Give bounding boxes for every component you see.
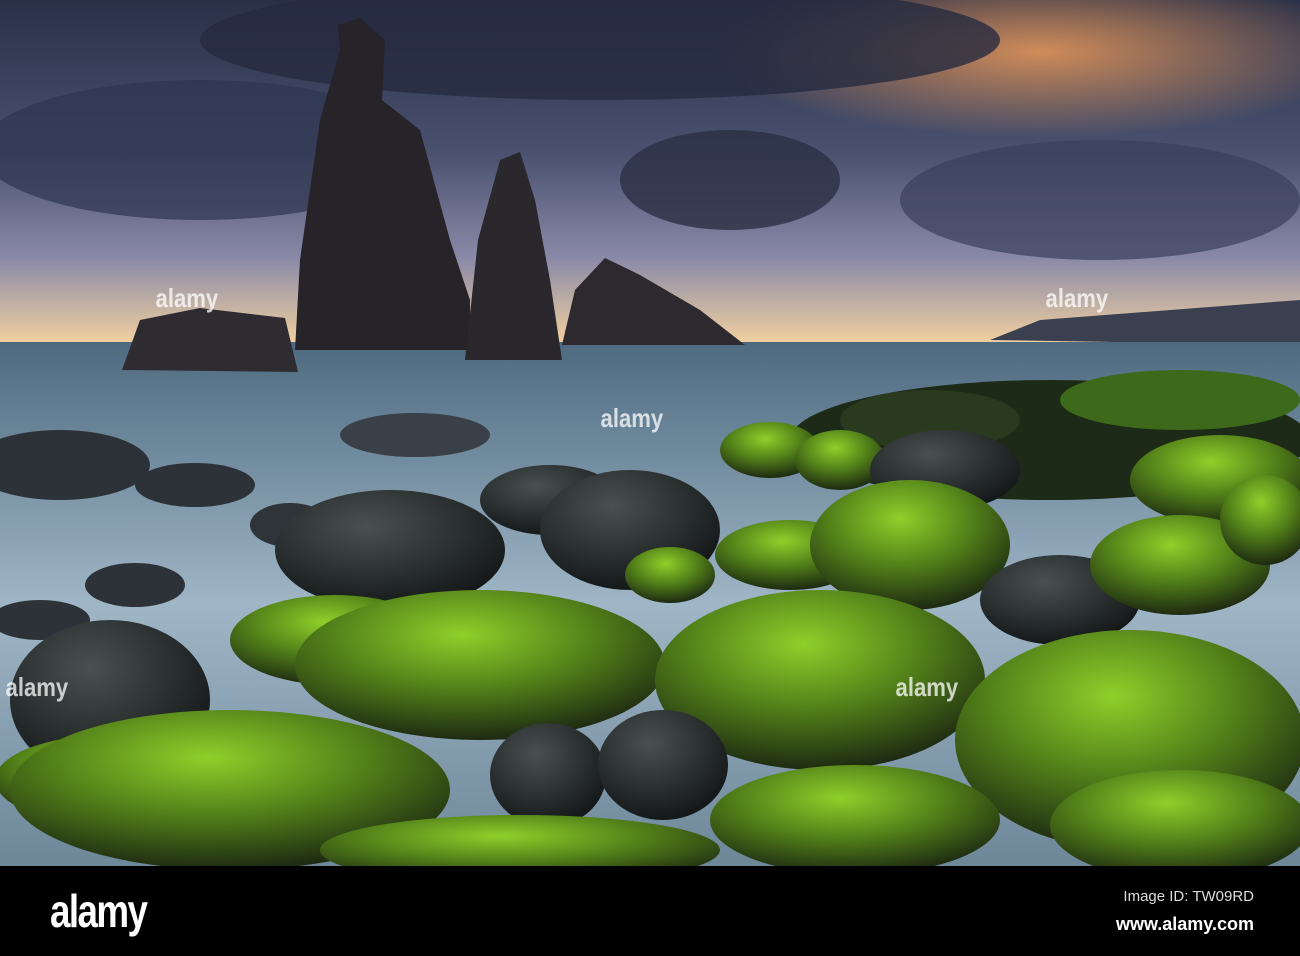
stock-photo-page: alamy alamy alamy alamy alamy alamy Imag…: [0, 0, 1300, 956]
footer-bar: alamy Image ID: TW09RD www.alamy.com: [0, 866, 1300, 956]
watermark: alamy: [895, 672, 959, 702]
watermark: alamy: [1045, 283, 1109, 313]
watermark: alamy: [600, 403, 664, 433]
alamy-logo: alamy: [50, 885, 148, 937]
image-id: Image ID: TW09RD: [1123, 888, 1254, 905]
website-link[interactable]: www.alamy.com: [1116, 914, 1254, 935]
watermark: alamy: [5, 672, 69, 702]
watermark: alamy: [155, 283, 219, 313]
